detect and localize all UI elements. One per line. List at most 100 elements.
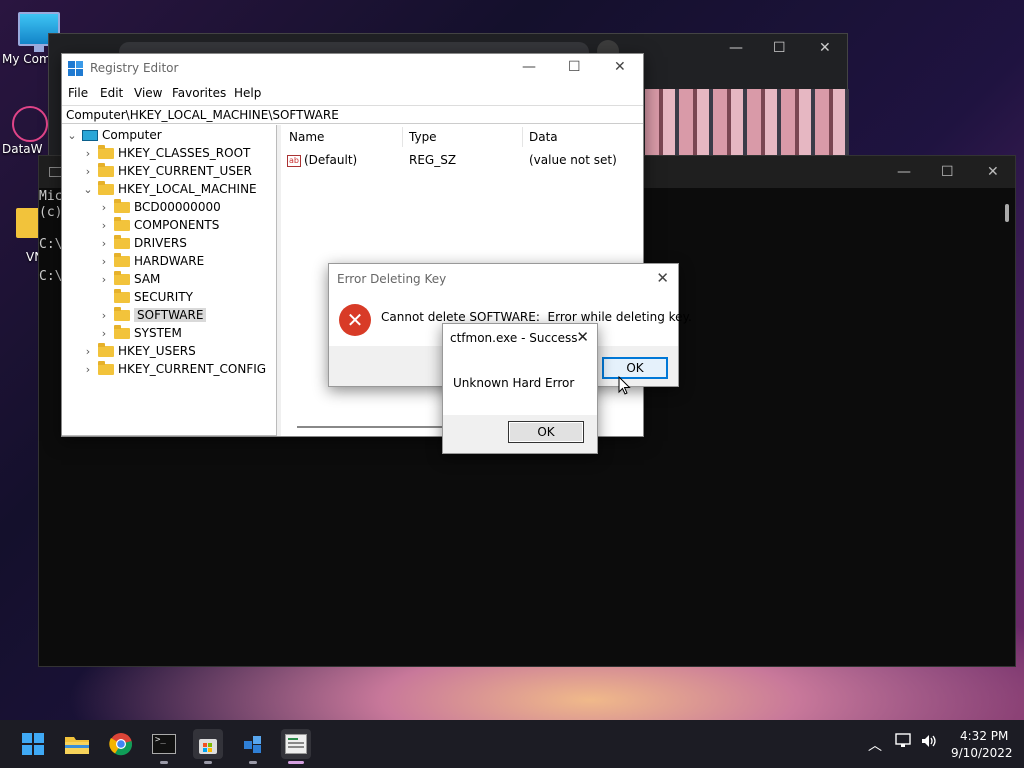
- folder-icon: [114, 306, 130, 321]
- registry-taskbar-button[interactable]: [238, 729, 268, 764]
- titlebar[interactable]: Registry Editor — ☐ ✕: [62, 54, 643, 84]
- folder-icon: [98, 360, 114, 375]
- tree-node-software[interactable]: › SOFTWARE: [98, 306, 207, 324]
- tree-node-hklm[interactable]: ⌄ HKEY_LOCAL_MACHINE: [82, 180, 257, 198]
- chrome-button[interactable]: [106, 729, 136, 759]
- column-header-type[interactable]: Type: [409, 130, 437, 144]
- menu-view[interactable]: View: [134, 86, 162, 100]
- dialog-message: Cannot delete SOFTWARE: Error while dele…: [381, 310, 692, 324]
- clock-time[interactable]: 4:32 PM: [960, 729, 1008, 743]
- minimize-icon[interactable]: —: [522, 59, 536, 75]
- tree-node-hkcc[interactable]: › HKEY_CURRENT_CONFIG: [82, 360, 266, 378]
- close-icon[interactable]: ✕: [576, 328, 589, 346]
- desktop-icon-datawrangler[interactable]: DataW: [2, 106, 48, 156]
- volume-icon[interactable]: [920, 733, 938, 752]
- column-header-data[interactable]: Data: [529, 130, 558, 144]
- chevron-right-icon[interactable]: ›: [82, 345, 94, 358]
- window-app-icon: [285, 734, 307, 754]
- network-icon[interactable]: [895, 733, 913, 752]
- chevron-right-icon[interactable]: ›: [82, 165, 94, 178]
- notepad-button[interactable]: [281, 729, 311, 764]
- windows-logo-icon: [22, 733, 44, 755]
- maximize-icon[interactable]: ☐: [773, 40, 786, 56]
- tree-node-components[interactable]: › COMPONENTS: [98, 216, 219, 234]
- ok-button[interactable]: OK: [602, 357, 668, 379]
- string-value-icon: ab: [287, 154, 301, 167]
- column-header-name[interactable]: Name: [289, 130, 324, 144]
- cmd-line: (c): [39, 205, 63, 220]
- chevron-right-icon[interactable]: ›: [98, 219, 110, 232]
- chevron-right-icon[interactable]: ›: [98, 237, 110, 250]
- chevron-down-icon[interactable]: ⌄: [82, 183, 94, 196]
- chevron-right-icon[interactable]: ›: [82, 147, 94, 160]
- tree-node-sam[interactable]: › SAM: [98, 270, 160, 288]
- desktop-icon-label: DataW: [2, 142, 43, 156]
- start-button[interactable]: [18, 729, 48, 759]
- folder-icon: [114, 270, 130, 285]
- close-icon[interactable]: ✕: [819, 40, 831, 56]
- folder-icon: [114, 198, 130, 213]
- dialog-title: Error Deleting Key: [337, 272, 447, 286]
- chevron-right-icon[interactable]: ›: [98, 327, 110, 340]
- tree-node-system[interactable]: › SYSTEM: [98, 324, 182, 342]
- minimize-icon[interactable]: —: [729, 40, 743, 56]
- chevron-right-icon[interactable]: ›: [98, 201, 110, 214]
- minimize-icon[interactable]: —: [897, 164, 911, 180]
- chevron-right-icon[interactable]: ›: [98, 255, 110, 268]
- folder-icon: [114, 234, 130, 249]
- folder-icon: [98, 342, 114, 357]
- tree-node-drivers[interactable]: › DRIVERS: [98, 234, 187, 252]
- maximize-icon[interactable]: ☐: [941, 164, 954, 180]
- folder-icon: [16, 208, 40, 238]
- menu-favorites[interactable]: Favorites: [172, 86, 226, 100]
- chevron-right-icon[interactable]: ›: [82, 363, 94, 376]
- chevron-up-icon[interactable]: ︿: [868, 735, 882, 755]
- terminal-icon: >_: [152, 734, 176, 754]
- folder-icon: [114, 288, 130, 303]
- datawrangler-icon: [12, 106, 48, 142]
- selected-key-label: SOFTWARE: [134, 308, 207, 322]
- close-icon[interactable]: ✕: [987, 164, 999, 180]
- clock-date[interactable]: 9/10/2022: [951, 746, 1013, 760]
- maximize-icon[interactable]: ☐: [568, 59, 581, 75]
- file-explorer-button[interactable]: [62, 729, 92, 759]
- regedit-icon: [68, 61, 83, 76]
- close-icon[interactable]: ✕: [656, 269, 669, 287]
- chrome-icon: [109, 733, 133, 756]
- value-data: (value not set): [529, 153, 617, 167]
- tree-node-bcd[interactable]: › BCD00000000: [98, 198, 221, 216]
- folder-icon: [114, 324, 130, 339]
- folder-icon: [98, 162, 114, 177]
- store-bag-icon: [199, 739, 217, 754]
- cmd-line: C:\: [39, 237, 63, 252]
- folder-icon: [98, 180, 114, 195]
- ctfmon-dialog[interactable]: ctfmon.exe - Success ✕ Unknown Hard Erro…: [442, 323, 598, 454]
- cmd-line: Mic: [39, 189, 63, 204]
- store-button[interactable]: [193, 729, 223, 764]
- chevron-down-icon[interactable]: ⌄: [66, 129, 78, 142]
- chevron-right-icon[interactable]: ›: [98, 273, 110, 286]
- ok-button[interactable]: OK: [508, 421, 584, 443]
- mouse-cursor-icon: [618, 376, 631, 395]
- key-tree[interactable]: ⌄ Computer › HKEY_CLASSES_ROOT › HKEY_CURR…: [62, 125, 277, 436]
- tree-node-security[interactable]: SECURITY: [98, 288, 193, 306]
- address-bar[interactable]: Computer\HKEY_LOCAL_MACHINE\SOFTWARE: [62, 105, 643, 124]
- scrollbar[interactable]: [1005, 204, 1009, 222]
- taskbar: >_ ︿ 4:32 PM 9/10/2022: [0, 720, 1024, 768]
- regedit-cubes-icon: [244, 736, 261, 753]
- menu-help[interactable]: Help: [234, 86, 261, 100]
- menu-bar: File Edit View Favorites Help: [62, 84, 643, 104]
- tree-node-hkcr[interactable]: › HKEY_CLASSES_ROOT: [82, 144, 250, 162]
- tree-node-hardware[interactable]: › HARDWARE: [98, 252, 204, 270]
- dialog-title: ctfmon.exe - Success: [450, 331, 578, 345]
- tree-node-hku[interactable]: › HKEY_USERS: [82, 342, 196, 360]
- menu-file[interactable]: File: [68, 86, 88, 100]
- table-row[interactable]: ab (Default): [287, 153, 357, 167]
- close-icon[interactable]: ✕: [614, 59, 626, 75]
- folder-icon: [114, 216, 130, 231]
- menu-edit[interactable]: Edit: [100, 86, 123, 100]
- tree-node-computer[interactable]: ⌄ Computer: [66, 126, 161, 144]
- tree-node-hkcu[interactable]: › HKEY_CURRENT_USER: [82, 162, 252, 180]
- chevron-right-icon[interactable]: ›: [98, 309, 110, 322]
- terminal-button[interactable]: >_: [149, 729, 179, 764]
